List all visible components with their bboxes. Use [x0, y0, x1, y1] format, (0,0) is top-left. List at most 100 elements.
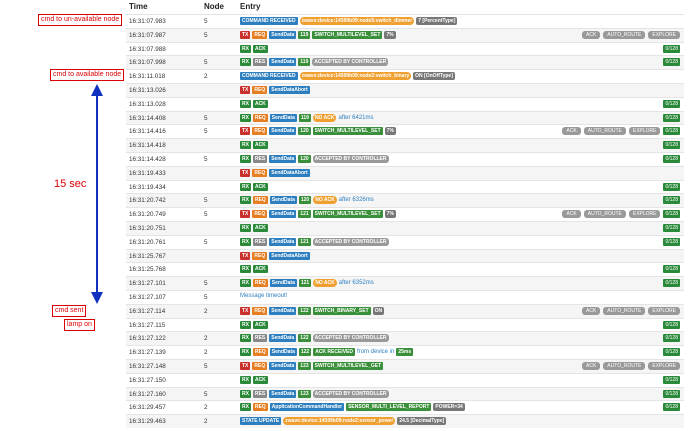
table-row[interactable]: 16:31:14.408 5 RX REQ SendData 119 NO ACK after…	[126, 110, 684, 125]
row-flags: 0/128	[663, 348, 680, 357]
row-flags: 0/128	[663, 279, 680, 288]
row-flags: 0/128	[663, 375, 680, 384]
col-node: Node	[204, 2, 224, 11]
entry-tag: SWITCH_MULTILEVEL_SET	[312, 127, 383, 136]
row-time: 16:31:11.018	[129, 73, 166, 81]
table-row[interactable]: 16:31:27.114 2 TX REQ SendData 122 SWITCH_BINA…	[126, 303, 684, 318]
table-row[interactable]: 16:31:27.107 5 Message timeout!	[126, 289, 684, 304]
table-row[interactable]: 16:31:14.428 5 RX RES SendData 120 ACCEPTED BY…	[126, 151, 684, 166]
entry-tag: ACK	[252, 265, 268, 274]
row-flags: ACK AUTO_ROUTE EXPLORE 0/128	[562, 127, 680, 136]
entry-tag: REQ	[252, 127, 268, 136]
row-flags: 0/128	[663, 334, 680, 343]
queue-count: 0/128	[663, 154, 680, 163]
row-node: 5	[204, 31, 208, 39]
table-row[interactable]: 16:31:27.150 RX ACK 0/128	[126, 372, 684, 387]
entry-tag: RES	[252, 237, 268, 246]
entry-tag: zwave:device:14599b09:node5:switch_dimme…	[299, 17, 415, 25]
row-node: 2	[204, 335, 208, 343]
table-row[interactable]: 16:31:19.434 RX ACK 0/128	[126, 179, 684, 194]
table-row[interactable]: 16:31:13.026 TX REQ SendDataAbort	[126, 82, 684, 97]
flag-badge: AUTO_ROUTE	[583, 210, 626, 219]
table-row[interactable]: 16:31:20.751 RX ACK 0/128	[126, 220, 684, 235]
entry-tag: 122	[298, 306, 311, 315]
entry-tag: SendDataAbort	[269, 168, 310, 177]
queue-count: 0/128	[663, 210, 680, 219]
row-flags: 0/128	[663, 223, 680, 232]
table-row[interactable]: 16:31:29.463 2 STATE UPDATE zwave:device:14…	[126, 414, 684, 428]
table-row[interactable]: 16:31:20.742 5 RX REQ SendData 120 NO ACK after…	[126, 193, 684, 208]
entry-tag: STATE UPDATE	[240, 417, 282, 426]
table-row[interactable]: 16:31:27.115 RX ACK 0/128	[126, 317, 684, 332]
table-row[interactable]: 16:31:13.028 RX ACK 0/128	[126, 96, 684, 111]
row-entry: TX REQ SendData 122 SWITCH_BINARY_SET ON	[240, 306, 385, 315]
row-flags: 0/128	[663, 182, 680, 191]
row-time: 16:31:25.768	[129, 266, 166, 274]
table-row[interactable]: 16:31:20.749 5 TX REQ SendData 121 SWITCH_MULT…	[126, 207, 684, 221]
entry-tag: REQ	[252, 113, 268, 122]
queue-count: 0/128	[663, 127, 680, 136]
table-row[interactable]: 16:31:25.768 RX ACK 0/128	[126, 262, 684, 276]
row-node: 5	[204, 197, 208, 205]
entry-tag: RX	[240, 223, 251, 232]
entry-tag: from device in	[357, 349, 395, 356]
entry-tag: RX	[240, 154, 251, 163]
queue-count: 0/128	[663, 375, 680, 384]
table-row[interactable]: 16:31:19.433 TX REQ SendDataAbort	[126, 165, 684, 180]
queue-count: 0/128	[663, 403, 680, 412]
table-row[interactable]: 16:31:29.457 2 RX REQ ApplicationCommandHand…	[126, 400, 684, 414]
row-flags: 0/128	[663, 320, 680, 329]
table-header: Time Node Entry	[0, 0, 690, 14]
entry-tag: ApplicationCommandHandler	[269, 403, 345, 412]
entry-tag: SWITCH_MULTILEVEL_GET	[312, 361, 384, 370]
table-row[interactable]: 16:31:27.139 2 RX REQ SendData 122 ACK RECEIVE…	[126, 345, 684, 359]
flag-badge: ACK	[562, 210, 581, 219]
row-entry: TX REQ SendData 123 SWITCH_MULTILEVEL_GET	[240, 361, 384, 370]
queue-count: 0/128	[663, 141, 680, 150]
entry-tag: ACCEPTED BY CONTROLLER	[312, 154, 389, 163]
table-row[interactable]: 16:31:27.122 2 RX RES SendData 122 ACCEPTED BY…	[126, 331, 684, 346]
entry-tag: REQ	[252, 196, 268, 205]
queue-count: 0/128	[663, 334, 680, 343]
row-time: 16:31:27.148	[129, 362, 166, 370]
row-entry: TX REQ SendDataAbort	[240, 251, 310, 260]
log-table: 16:31:07.983 5 COMMAND RECEIVED zwave:devic…	[126, 14, 684, 428]
entry-tag: 123	[298, 389, 311, 398]
table-row[interactable]: 16:31:27.148 5 TX REQ SendData 123 SWITCH_MULT…	[126, 358, 684, 373]
table-row[interactable]: 16:31:07.998 5 RX RES SendData 119 ACCEPTED BY…	[126, 55, 684, 70]
table-row[interactable]: 16:31:07.988 RX ACK 0/128	[126, 41, 684, 56]
table-row[interactable]: 16:31:14.418 RX ACK 0/128	[126, 138, 684, 152]
row-time: 16:31:27.107	[129, 293, 166, 301]
annotation-duration: 15 sec	[54, 178, 87, 190]
table-row[interactable]: 16:31:25.767 TX REQ SendDataAbort	[126, 248, 684, 263]
entry-tag: RX	[240, 334, 251, 343]
row-time: 16:31:13.028	[129, 100, 166, 108]
queue-count: 0/128	[663, 58, 680, 67]
entry-tag: SendData	[269, 279, 297, 288]
entry-tag: SWITCH_BINARY_SET	[312, 306, 371, 315]
table-row[interactable]: 16:31:14.416 5 TX REQ SendData 120 SWITCH_MULT…	[126, 124, 684, 138]
flag-badge: EXPLORE	[628, 127, 661, 136]
queue-count: 0/128	[663, 99, 680, 108]
row-entry: TX REQ SendData 121 SWITCH_MULTILEVEL_SET 7%	[240, 210, 396, 219]
row-node: 5	[204, 128, 208, 136]
table-row[interactable]: 16:31:20.761 5 RX RES SendData 121 ACCEPTED BY…	[126, 234, 684, 249]
queue-count: 0/128	[663, 265, 680, 274]
table-row[interactable]: 16:31:11.018 2 COMMAND RECEIVED zwave:devic…	[126, 69, 684, 83]
table-row[interactable]: 16:31:27.101 5 RX REQ SendData 121 NO ACK after…	[126, 276, 684, 290]
row-flags: 0/128	[663, 58, 680, 67]
annotation-available: cmd to available node	[50, 69, 125, 81]
entry-tag: ACK RECEIVED	[313, 348, 355, 357]
table-row[interactable]: 16:31:07.983 5 COMMAND RECEIVED zwave:devic…	[126, 14, 684, 28]
row-node: 5	[204, 59, 208, 67]
entry-tag: SWITCH_MULTILEVEL_SET	[312, 210, 383, 219]
table-row[interactable]: 16:31:07.987 5 TX REQ SendData 119 SWITCH_MULT…	[126, 27, 684, 42]
row-entry: RX ACK	[240, 265, 268, 274]
entry-tag: ACCEPTED BY CONTROLLER	[312, 237, 389, 246]
entry-tag: SendData	[269, 30, 297, 39]
table-row[interactable]: 16:31:27.160 5 RX RES SendData 123 ACCEPTED BY…	[126, 386, 684, 401]
row-entry: RX ACK	[240, 44, 268, 53]
entry-tag: 25ms	[396, 348, 414, 357]
row-time: 16:31:14.428	[129, 155, 166, 163]
row-time: 16:31:14.418	[129, 142, 166, 150]
